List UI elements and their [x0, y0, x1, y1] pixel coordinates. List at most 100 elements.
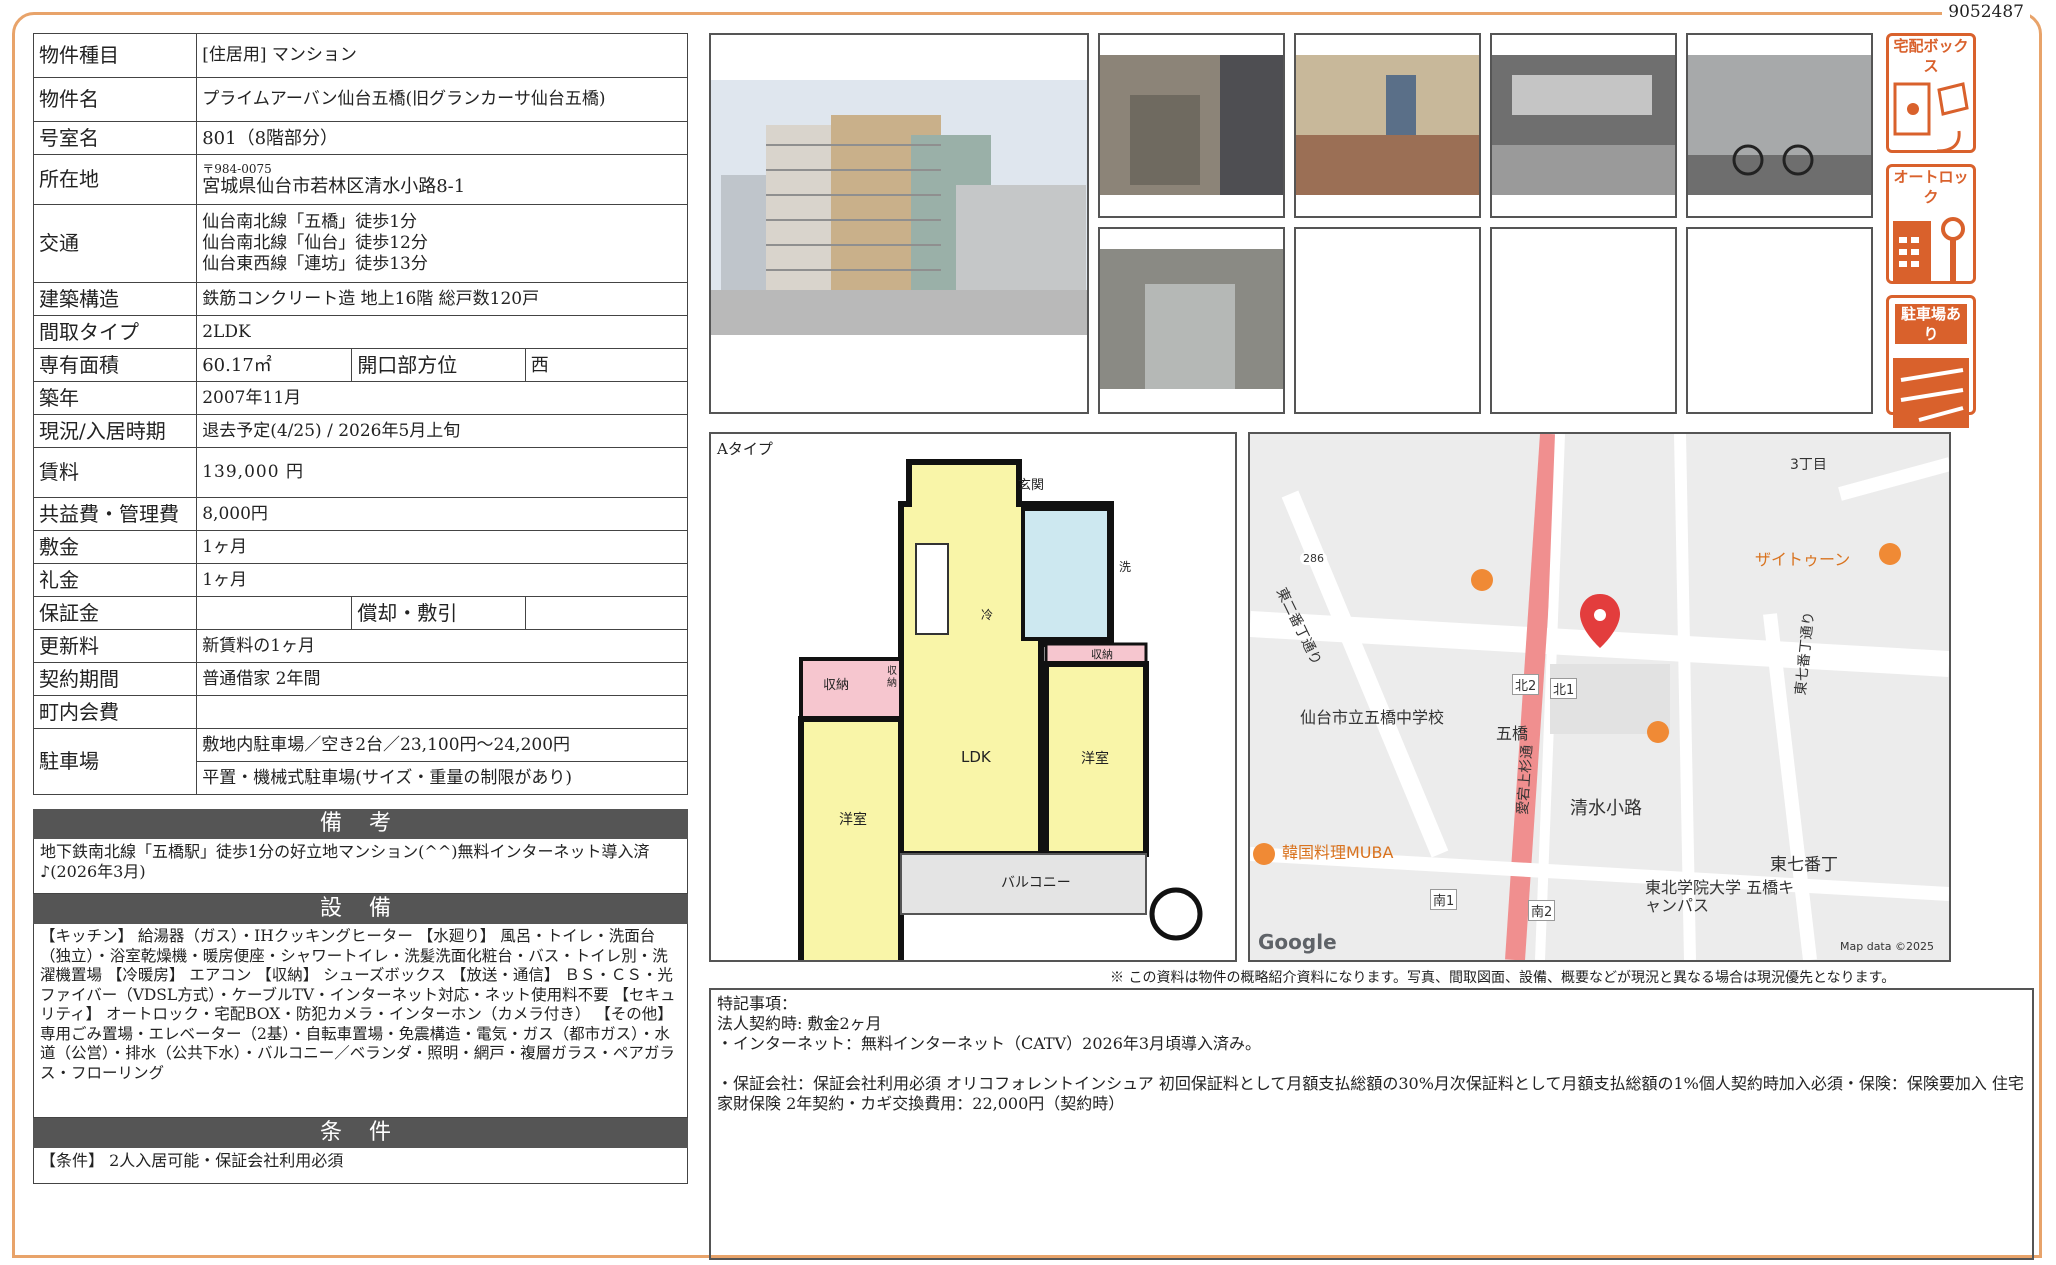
postal-code: 〒984-0075 [202, 161, 272, 176]
row-rent: 賃料 139,000 円 [32, 447, 688, 498]
value: 1ヶ月 [196, 530, 688, 564]
label: 物件名 [32, 77, 198, 122]
door-photo-image [1100, 229, 1283, 412]
value: 平置・機械式駐車場(サイズ・重量の制限があり) [196, 761, 688, 795]
parking-icon [1893, 358, 1969, 428]
remarks-header: 備 考 [33, 809, 688, 839]
value: 西 [524, 348, 689, 382]
room-label: バルコニー [1001, 875, 1071, 891]
label: 礼金 [32, 563, 198, 597]
row-address: 所在地 〒984-0075 宮城県仙台市若林区清水小路8-1 [32, 154, 688, 205]
location-map[interactable]: 3丁目 ザイトゥーン 仙台市立五橋中学校 五橋 北2 北1 清水小路 韓国料理M… [1248, 432, 1951, 962]
lobby-photo-image [1296, 35, 1479, 216]
badge-title: 宅配ボックス [1893, 37, 1969, 75]
label: 築年 [32, 381, 198, 415]
row-traffic: 交通 仙台南北線「五橋」徒歩1分 仙台南北線「仙台」徒歩12分 仙台東西線「連坊… [32, 204, 688, 283]
door-photo[interactable] [1098, 227, 1285, 414]
value: 敷地内駐車場／空き2台／23,100円〜24,200円 [196, 728, 688, 762]
bicycle-parking-photo[interactable] [1686, 33, 1873, 218]
special-notes: 特記事項： 法人契約時: 敷金2ヶ月 ・インターネット：無料インターネット（CA… [709, 988, 2034, 1260]
label: 号室名 [32, 121, 198, 155]
parking-available-badge: 駐車場あり [1886, 295, 1976, 428]
label: 町内会費 [32, 695, 198, 729]
value [524, 596, 689, 630]
value [196, 695, 688, 729]
label: 敷金 [32, 530, 198, 564]
empty-photo-slot [1686, 227, 1873, 414]
floor-plan[interactable]: Aタイプ 玄関 洗 冷 収納 収納 収納 LDK 洋室 洋室 バルコニー [709, 432, 1237, 962]
room-label: LDK [961, 748, 991, 766]
value: 退去予定(4/25) / 2026年5月上旬 [196, 414, 688, 448]
row-type: 物件種目 [住居用] マンション [32, 33, 688, 78]
row-contract: 契約期間 普通借家 2年間 [32, 662, 688, 696]
entrance-photo[interactable] [1098, 33, 1285, 218]
map-label: 東北学院大学 五橋キャンパス [1645, 878, 1795, 915]
map-drawing [1250, 434, 1949, 960]
building-photo-image [711, 35, 1087, 412]
row-name: 物件名 プライムアーバン仙台五橋(旧グランカーサ仙台五橋) [32, 77, 688, 122]
value: 1ヶ月 [196, 563, 688, 597]
label: 開口部方位 [351, 348, 526, 382]
room-label: 洋室 [839, 812, 867, 828]
row-town: 町内会費 [32, 695, 688, 729]
building-exterior-photo[interactable] [709, 33, 1089, 414]
map-label: 北2 [1512, 674, 1540, 695]
label: 物件種目 [32, 33, 198, 78]
map-attribution: Map data ©2025 [1840, 940, 1934, 953]
row-renewal: 更新料 新賃料の1ヶ月 [32, 629, 688, 663]
traffic-line: 仙台南北線「仙台」徒歩12分 [202, 233, 428, 253]
value: 2007年11月 [196, 381, 688, 415]
room-label: 洋室 [1081, 751, 1109, 767]
lobby-photo[interactable] [1294, 33, 1481, 218]
badge-title: 駐車場あり [1895, 304, 1967, 344]
spec-table: 物件種目 [住居用] マンション 物件名 プライムアーバン仙台五橋(旧グランカー… [32, 33, 689, 795]
row-parking-1: 駐車場 敷地内駐車場／空き2台／23,100円〜24,200円 [32, 728, 688, 795]
map-label: 清水小路 [1570, 798, 1642, 819]
row-built: 築年 2007年11月 [32, 381, 688, 415]
row-keymoney: 礼金 1ヶ月 [32, 563, 688, 597]
map-label: 286 [1300, 552, 1327, 565]
value: 鉄筋コンクリート造 地上16階 総戸数120戸 [196, 282, 688, 316]
map-label: 3丁目 [1790, 457, 1827, 473]
label: 駐車場 [32, 728, 198, 795]
value [196, 596, 353, 630]
equipment-header: 設 備 [33, 894, 688, 924]
room-label: 玄関 [1018, 478, 1045, 493]
value: 8,000円 [196, 497, 688, 531]
row-status: 現況/入居時期 退去予定(4/25) / 2026年5月上旬 [32, 414, 688, 448]
room-label: 冷 [981, 608, 994, 622]
empty-photo-slot [1294, 227, 1481, 414]
parking-garage-photo[interactable] [1490, 33, 1677, 218]
entrance-photo-image [1100, 35, 1283, 216]
google-logo: Google [1258, 930, 1337, 954]
rent-value: 139,000 円 [196, 447, 688, 498]
value: 仙台南北線「五橋」徒歩1分 仙台南北線「仙台」徒歩12分 仙台東西線「連坊」徒歩… [196, 204, 688, 283]
badge-title: オートロック [1893, 168, 1969, 206]
floor-plan-drawing [798, 459, 1203, 960]
label: 専有面積 [32, 348, 198, 382]
note-line: 特記事項： [717, 994, 798, 1013]
room-label: 収納 [1091, 648, 1113, 661]
room-label: 洗 [1119, 560, 1132, 574]
delivery-box-badge: 宅配ボックス [1886, 33, 1976, 153]
map-label: ザイトゥーン [1755, 550, 1851, 569]
row-deposit: 敷金 1ヶ月 [32, 530, 688, 564]
conditions-header: 条 件 [33, 1118, 688, 1148]
map-label: 南1 [1430, 889, 1458, 910]
remarks-text: 地下鉄南北線「五橋駅」徒歩1分の好立地マンション(^^)無料インターネット導入済… [33, 839, 688, 894]
traffic-line: 仙台東西線「連坊」徒歩13分 [202, 254, 428, 274]
label: 所在地 [32, 154, 198, 205]
empty-photo-slot [1490, 227, 1677, 414]
row-room: 号室名 801（8階部分） [32, 121, 688, 155]
row-guarantee: 保証金 償却・敷引 [32, 596, 689, 630]
equipment-text: 【キッチン】 給湯器（ガス）・IHクッキングヒーター 【水廻り】 風呂・トイレ・… [33, 924, 688, 1118]
row-fee: 共益費・管理費 8,000円 [32, 497, 688, 531]
row-structure: 建築構造 鉄筋コンクリート造 地上16階 総戸数120戸 [32, 282, 688, 316]
auto-lock-badge: オートロック [1886, 164, 1976, 284]
value: 2LDK [196, 315, 688, 349]
document-id: 9052487 [1942, 2, 2030, 22]
room-label: 収納 [887, 666, 897, 689]
label: 更新料 [32, 629, 198, 663]
note-line: ・保証会社：保証会社利用必須 オリコフォレントインシュア 初回保証料として月額支… [717, 1074, 2024, 1113]
disclaimer-note: ※ この資料は物件の概略紹介資料になります。写真、間取図面、設備、概要などが現況… [1110, 970, 1896, 986]
